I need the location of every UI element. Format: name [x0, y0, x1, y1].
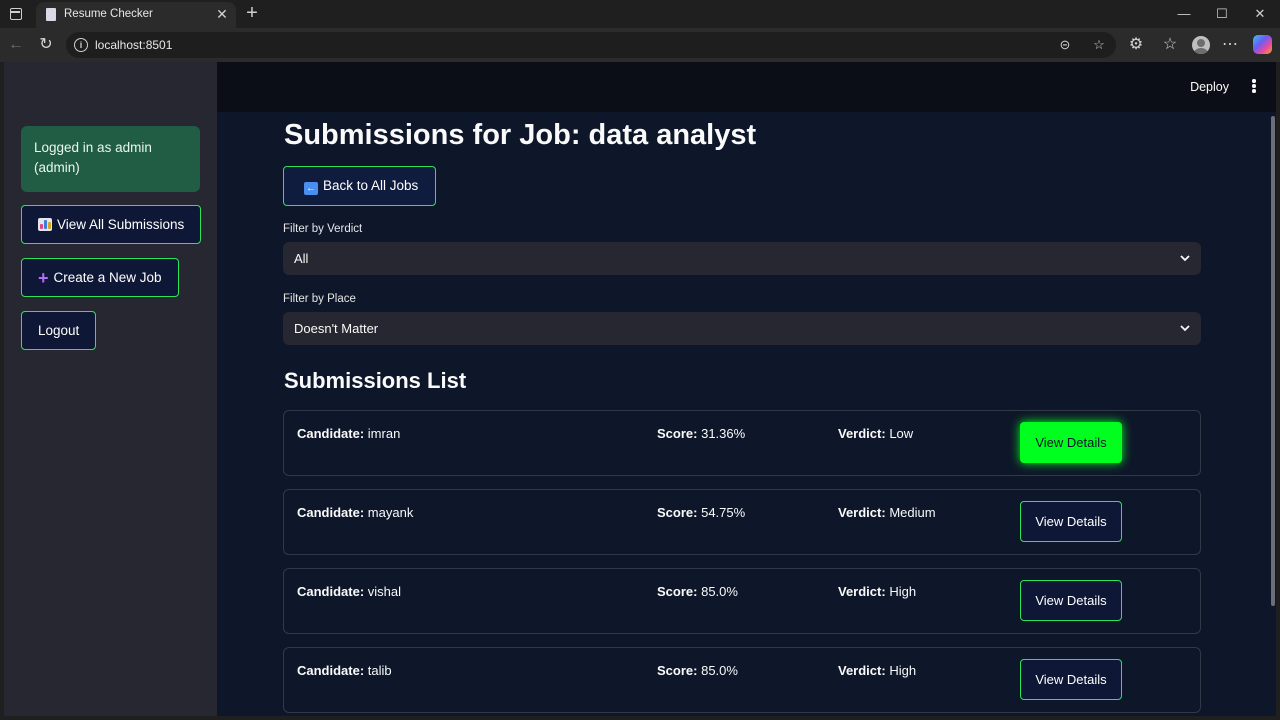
score-value: 85.0% — [701, 584, 738, 599]
copilot-icon[interactable] — [1253, 35, 1272, 54]
scrollbar-thumb[interactable] — [1271, 116, 1275, 606]
logout-button[interactable]: Logout — [21, 311, 97, 350]
verdict-value: High — [889, 663, 917, 678]
candidate-field: Candidate: vishal — [297, 584, 401, 599]
submission-card: Candidate: vishal Score: 85.0% Verdict: … — [283, 568, 1201, 634]
view-details-button[interactable]: View Details — [1020, 659, 1122, 700]
view-all-submissions-label: View All Submissions — [57, 217, 185, 232]
login-status-box: Logged in as admin (admin) — [21, 126, 200, 192]
new-tab-icon[interactable]: + — [243, 3, 261, 23]
view-all-submissions-button[interactable]: View All Submissions — [21, 205, 202, 244]
verdict-field: Verdict: High — [838, 663, 916, 678]
filter-place-value: Doesn't Matter — [294, 321, 379, 336]
tab-actions-icon[interactable] — [10, 8, 22, 20]
score-field: Score: 31.36% — [657, 426, 745, 441]
score-field: Score: 54.75% — [657, 505, 745, 520]
browser-tab[interactable]: Resume Checker ✕ — [36, 2, 236, 28]
deploy-button[interactable]: Deploy — [1190, 80, 1229, 94]
candidate-field: Candidate: talib — [297, 663, 392, 678]
favorite-star-icon[interactable]: ☆ — [1090, 36, 1108, 54]
score-value: 85.0% — [701, 663, 738, 678]
close-window-icon[interactable]: ✕ — [1248, 4, 1272, 24]
filter-verdict-select[interactable]: All — [283, 242, 1201, 275]
score-label: Score: — [657, 426, 698, 441]
score-field: Score: 85.0% — [657, 663, 738, 678]
reload-icon[interactable]: ↻ — [36, 35, 56, 55]
main-menu-icon[interactable] — [1252, 79, 1256, 93]
candidate-name: mayank — [367, 505, 414, 520]
score-field: Score: 85.0% — [657, 584, 738, 599]
filter-verdict-label: Filter by Verdict — [283, 223, 363, 235]
candidate-label: Candidate: — [297, 584, 365, 599]
score-label: Score: — [657, 505, 698, 520]
logout-label: Logout — [38, 323, 80, 338]
app-header: Deploy — [217, 62, 1276, 112]
candidate-name: vishal — [367, 584, 402, 599]
streamlit-app: Logged in as admin (admin) View All Subm… — [4, 62, 1276, 716]
site-info-icon[interactable]: i — [74, 38, 88, 52]
sidebar: Logged in as admin (admin) View All Subm… — [4, 62, 217, 716]
candidate-name: imran — [367, 426, 401, 441]
filter-place-select[interactable]: Doesn't Matter — [283, 312, 1201, 345]
submission-card: Candidate: talib Score: 85.0% Verdict: H… — [283, 647, 1201, 713]
verdict-field: Verdict: Medium — [838, 505, 936, 520]
candidate-field: Candidate: mayank — [297, 505, 413, 520]
verdict-label: Verdict: — [838, 426, 886, 441]
verdict-value: High — [889, 584, 917, 599]
back-to-all-jobs-button[interactable]: ← Back to All Jobs — [283, 166, 437, 206]
verdict-label: Verdict: — [838, 663, 886, 678]
candidate-field: Candidate: imran — [297, 426, 400, 441]
verdict-value: Low — [889, 426, 914, 441]
maximize-icon[interactable]: ☐ — [1210, 4, 1234, 24]
score-value: 54.75% — [701, 505, 746, 520]
submissions-list-title: Submissions List — [284, 368, 467, 393]
view-details-button[interactable]: View Details — [1020, 580, 1122, 621]
main-scrollbar[interactable] — [1270, 112, 1276, 716]
submission-card: Candidate: imran Score: 31.36% Verdict: … — [283, 410, 1201, 476]
back-to-all-jobs-label: Back to All Jobs — [323, 178, 419, 193]
back-arrow-icon[interactable]: ← — [6, 35, 26, 55]
score-label: Score: — [657, 584, 698, 599]
profile-avatar-icon[interactable] — [1192, 36, 1210, 54]
filter-verdict-value: All — [294, 251, 309, 266]
minimize-icon[interactable]: — — [1172, 4, 1196, 24]
url-text: localhost:8501 — [95, 38, 173, 52]
address-bar[interactable]: i localhost:8501 ⊝ ☆ — [66, 32, 1116, 58]
submission-card: Candidate: mayank Score: 54.75% Verdict:… — [283, 489, 1201, 555]
candidate-label: Candidate: — [297, 426, 365, 441]
score-label: Score: — [657, 663, 698, 678]
verdict-field: Verdict: High — [838, 584, 916, 599]
candidate-name: talib — [367, 663, 392, 678]
candidate-label: Candidate: — [297, 505, 365, 520]
create-new-job-label: Create a New Job — [53, 270, 162, 285]
browser-tab-strip: Resume Checker ✕ + — ☐ ✕ — [0, 0, 1280, 28]
page-favicon-icon — [46, 8, 56, 21]
create-new-job-button[interactable]: + Create a New Job — [21, 258, 179, 297]
browser-toolbar: ← ↻ i localhost:8501 ⊝ ☆ ⚙ ☆ ⋯ — [0, 28, 1280, 62]
candidate-label: Candidate: — [297, 663, 365, 678]
main-content: Submissions for Job: data analyst ← Back … — [217, 112, 1276, 716]
verdict-label: Verdict: — [838, 584, 886, 599]
bar-chart-icon — [38, 218, 52, 231]
verdict-value: Medium — [889, 505, 936, 520]
chevron-down-icon — [1180, 325, 1190, 332]
plus-icon: + — [38, 268, 49, 288]
filter-place-label: Filter by Place — [283, 293, 356, 305]
favorites-icon[interactable]: ☆ — [1160, 35, 1180, 55]
verdict-field: Verdict: Low — [838, 426, 913, 441]
more-options-icon[interactable]: ⋯ — [1220, 35, 1240, 55]
chevron-down-icon — [1180, 255, 1190, 262]
tab-title: Resume Checker — [64, 8, 153, 20]
view-details-button[interactable]: View Details — [1020, 422, 1122, 463]
view-details-button[interactable]: View Details — [1020, 501, 1122, 542]
extensions-icon[interactable]: ⚙ — [1126, 35, 1146, 55]
page-title: Submissions for Job: data analyst — [284, 119, 757, 151]
score-value: 31.36% — [701, 426, 746, 441]
verdict-label: Verdict: — [838, 505, 886, 520]
reader-mode-icon[interactable]: ⊝ — [1056, 36, 1074, 54]
close-tab-icon[interactable]: ✕ — [214, 6, 230, 22]
left-arrow-icon: ← — [304, 182, 318, 195]
